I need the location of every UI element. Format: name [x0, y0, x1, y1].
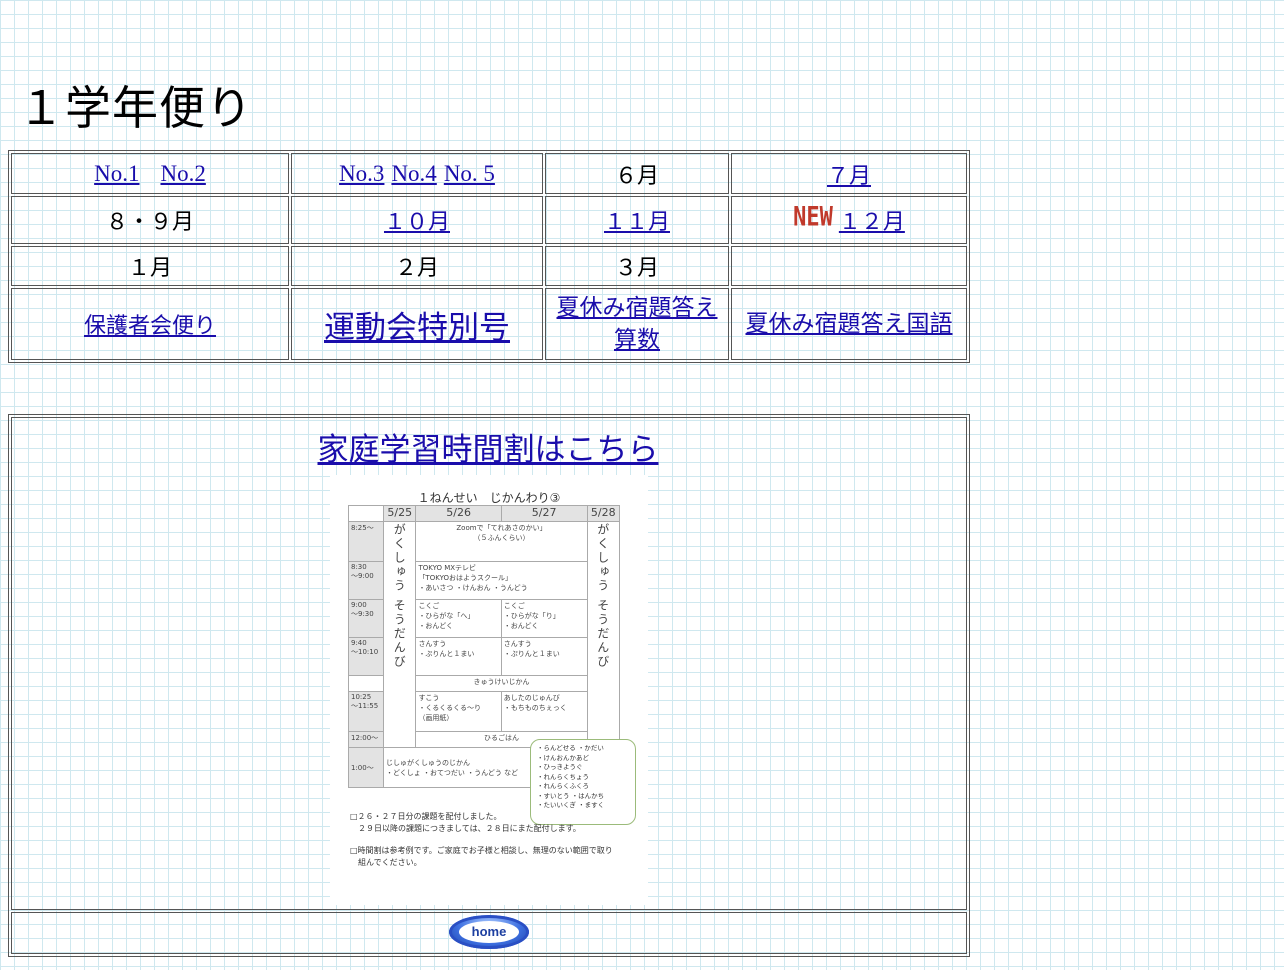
study-day-vertical: がくしゅう そうだんび: [382, 521, 417, 748]
cell-summer-math: 夏休み宿題答え 算数: [545, 288, 729, 360]
cell-october: １０月: [291, 196, 543, 244]
home-cell: home: [11, 912, 967, 954]
schedule-cell: Zoomで「てれあさのかい」 （５ふんくらい）: [415, 521, 588, 562]
table-row: No.1 No.2 No.3 No.4 No. 5 ６月 ７月: [11, 153, 967, 194]
cell-guardian: 保護者会便り: [11, 288, 289, 360]
date-cell: 5/26: [415, 505, 502, 522]
cell-march: ３月: [545, 246, 729, 286]
newsletter-table: No.1 No.2 No.3 No.4 No. 5 ６月 ７月 ８・９月 １０月…: [8, 150, 970, 363]
home-study-box: 家庭学習時間割はこちら １ねんせい じかんわり③ 5/25 5/26 5/27 …: [8, 414, 970, 957]
schedule-header-row: 5/25 5/26 5/27 5/28: [348, 505, 621, 522]
link-no3[interactable]: No.3: [339, 161, 384, 186]
link-summer-japanese[interactable]: 夏休み宿題答え国語: [746, 311, 953, 337]
schedule-cell: こくご ・ひらがな「り」 ・おんどく: [500, 599, 588, 638]
new-badge: NEW: [793, 202, 833, 232]
cell-january: １月: [11, 246, 289, 286]
break-cell: きゅうけいじかん: [415, 675, 588, 692]
home-study-cell: 家庭学習時間割はこちら １ねんせい じかんわり③ 5/25 5/26 5/27 …: [11, 417, 967, 910]
cell-june: ６月: [545, 153, 729, 194]
corner-cell: [348, 505, 384, 522]
link-july[interactable]: ７月: [827, 164, 871, 189]
note-2: □時間割は参考例です。ご家庭でお子様と相談し、無理のない範囲で取り 組んでくださ…: [350, 846, 613, 867]
summer-math-line1: 夏休み宿題答え: [556, 295, 718, 321]
cell-sports-day: 運動会特別号: [291, 288, 543, 360]
summer-math-line2: 算数: [614, 327, 660, 353]
link-december[interactable]: １２月: [839, 210, 905, 235]
schedule-cell: さんすう ・ぷりんと１まい: [500, 637, 588, 676]
schedule-cell: さんすう ・ぷりんと１まい: [415, 637, 502, 676]
time-cell: 9:00 〜9:30: [348, 599, 384, 638]
link-october[interactable]: １０月: [384, 210, 450, 235]
link-sports-day[interactable]: 運動会特別号: [324, 310, 510, 346]
date-cell: 5/25: [382, 505, 417, 522]
table-row: １月 ２月 ３月: [11, 246, 967, 286]
time-cell: 1:00〜: [348, 747, 384, 788]
schedule-notes: □２６・２７日分の課題を配付しました。 ２９日以降の課題につきましては、２８日に…: [350, 811, 640, 879]
cell-aug-sep: ８・９月: [11, 196, 289, 244]
time-cell: [348, 675, 384, 692]
date-cell: 5/27: [500, 505, 588, 522]
time-cell: 12:00〜: [348, 731, 384, 748]
date-cell: 5/28: [586, 505, 621, 522]
page-title: １学年便り: [18, 81, 253, 135]
schedule-image[interactable]: １ねんせい じかんわり③ 5/25 5/26 5/27 5/28 8:25〜 が…: [330, 475, 648, 905]
schedule-cell: あしたのじゅんび ・もちものちぇっく: [500, 691, 588, 732]
schedule-title: １ねんせい じかんわり③: [417, 491, 561, 505]
cell-no3-no5: No.3 No.4 No. 5: [291, 153, 543, 194]
time-cell: 9:40 〜10:10: [348, 637, 384, 676]
note-1: □２６・２７日分の課題を配付しました。 ２９日以降の課題につきましては、２８日に…: [350, 812, 581, 833]
link-guardian-newsletter[interactable]: 保護者会便り: [84, 314, 216, 339]
link-summer-math[interactable]: 夏休み宿題答え 算数: [557, 295, 718, 353]
home-label: home: [459, 921, 519, 943]
schedule-cell: TOKYO MXテレビ 「TOKYOおはようスクール」 ・あいさつ ・けんおん …: [415, 561, 588, 600]
table-row: 家庭学習時間割はこちら １ねんせい じかんわり③ 5/25 5/26 5/27 …: [11, 417, 967, 910]
table-row: 保護者会便り 運動会特別号 夏休み宿題答え 算数 夏休み宿題答え国語: [11, 288, 967, 360]
home-button[interactable]: home: [449, 915, 529, 949]
table-row: home: [11, 912, 967, 954]
cell-november: １１月: [545, 196, 729, 244]
time-cell: 8:25〜: [348, 521, 384, 562]
link-no5[interactable]: No. 5: [444, 161, 495, 186]
time-cell: 10:25 〜11:55: [348, 691, 384, 732]
cell-empty: [731, 246, 967, 286]
link-no2[interactable]: No.2: [160, 161, 205, 186]
time-cell: 8:30 〜9:00: [348, 561, 384, 600]
cell-february: ２月: [291, 246, 543, 286]
cell-summer-japanese: 夏休み宿題答え国語: [731, 288, 967, 360]
schedule-cell: すこう ・くるくるくる〜り （画用紙）: [415, 691, 502, 732]
study-day-vertical: がくしゅう そうだんび: [586, 521, 621, 748]
cell-no1-no2: No.1 No.2: [11, 153, 289, 194]
link-november[interactable]: １１月: [604, 210, 670, 235]
schedule-cell: こくご ・ひらがな「へ」 ・おんどく: [415, 599, 502, 638]
link-no4[interactable]: No.4: [391, 161, 436, 186]
link-no1[interactable]: No.1: [94, 161, 139, 186]
cell-december: NEW １２月: [731, 196, 967, 244]
table-row: ８・９月 １０月 １１月 NEW １２月: [11, 196, 967, 244]
home-study-link[interactable]: 家庭学習時間割はこちら: [318, 424, 659, 469]
schedule-row: 8:25〜 がくしゅう そうだんび Zoomで「てれあさのかい」 （５ふんくらい…: [348, 521, 621, 748]
cell-july: ７月: [731, 153, 967, 194]
